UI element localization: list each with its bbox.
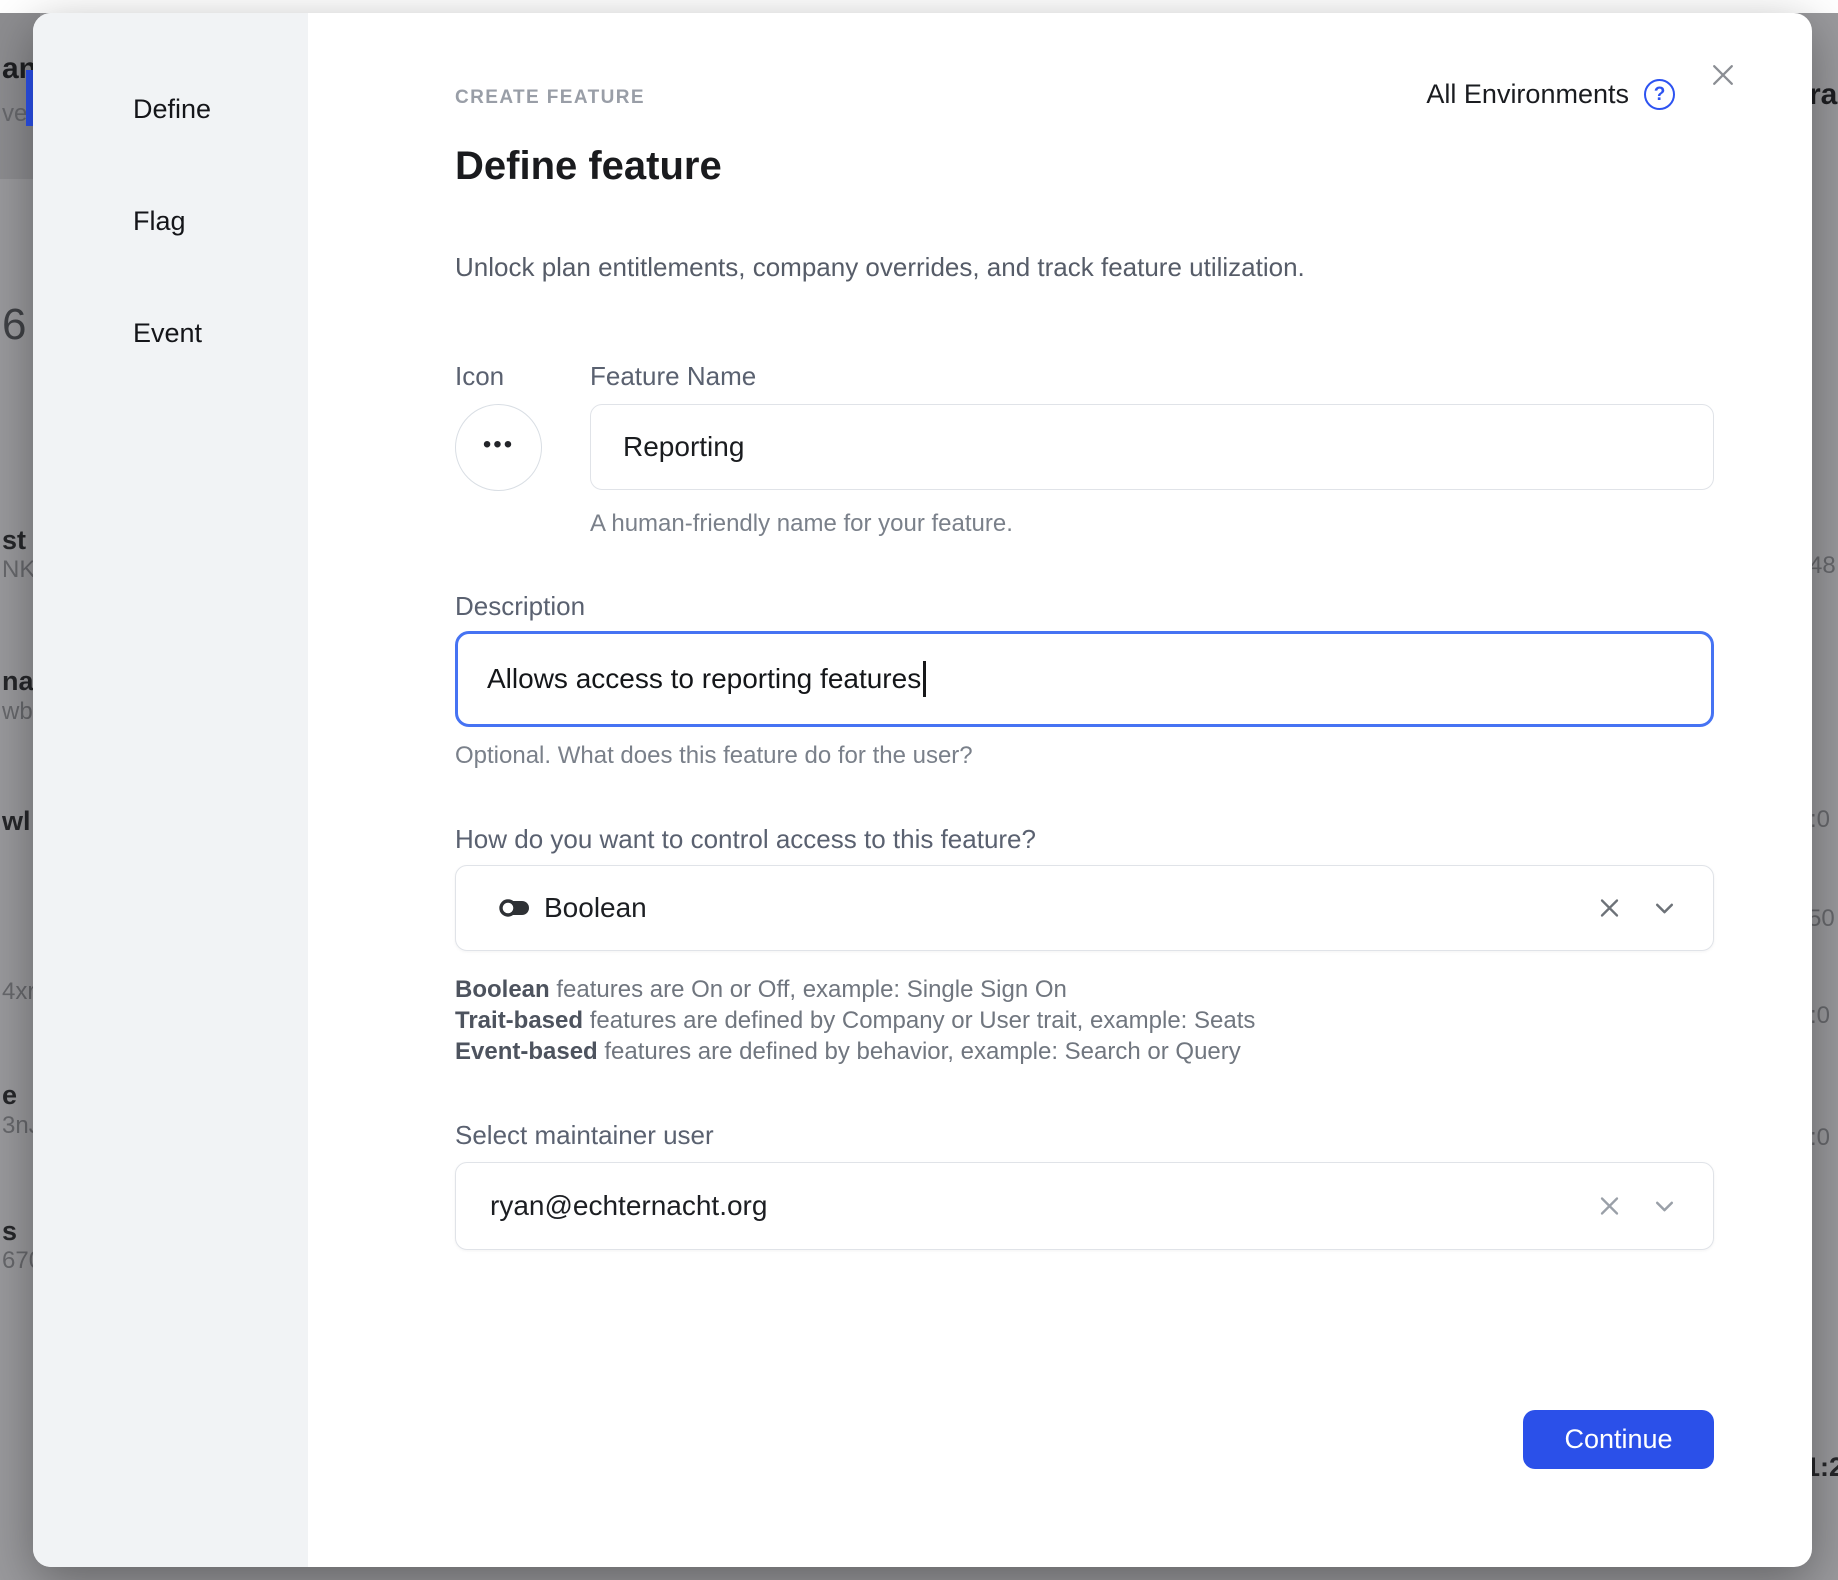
backdrop-text-fragment: :0	[1810, 1002, 1830, 1030]
help-line: Trait-based features are defined by Comp…	[455, 1005, 1255, 1036]
page-subtitle: Unlock plan entitlements, company overri…	[455, 252, 1305, 283]
maintainer-value: ryan@echternacht.org	[490, 1190, 767, 1222]
access-type-help: Boolean features are On or Off, example:…	[455, 974, 1255, 1067]
backdrop-text-fragment: NK	[2, 556, 35, 584]
environments-label: All Environments	[1426, 79, 1629, 110]
screen: an vel 6 st I NK na wb wl 4xr e 3nJ s 67…	[0, 0, 1838, 1580]
create-feature-modal: Define Flag Event CREATE FEATURE All Env…	[33, 13, 1812, 1567]
backdrop-text-fragment: wl	[2, 806, 31, 837]
x-glyph	[1709, 61, 1737, 89]
backdrop-text-fragment: 6	[2, 300, 26, 350]
ellipsis-icon: •••	[483, 433, 514, 463]
maintainer-select[interactable]: ryan@echternacht.org	[455, 1162, 1714, 1250]
modal-main: CREATE FEATURE All Environments ? Define…	[308, 13, 1812, 1567]
backdrop-text-fragment: 50	[1808, 905, 1835, 933]
feature-name-label: Feature Name	[590, 361, 756, 392]
description-helper: Optional. What does this feature do for …	[455, 742, 973, 770]
icon-label: Icon	[455, 361, 504, 392]
step-flag[interactable]: Flag	[133, 206, 186, 237]
toggle-icon	[498, 897, 532, 919]
page-title: Define feature	[455, 144, 722, 189]
step-define[interactable]: Define	[133, 94, 211, 125]
chevron-down-icon[interactable]	[1652, 1194, 1677, 1219]
description-label: Description	[455, 591, 585, 622]
backdrop-text-fragment: :0	[1810, 806, 1830, 834]
access-type-value: Boolean	[544, 892, 647, 924]
text-cursor	[923, 661, 926, 697]
description-value: Allows access to reporting features	[487, 663, 921, 695]
top-strip	[0, 0, 1838, 13]
access-control-label: How do you want to control access to thi…	[455, 824, 1036, 855]
backdrop-text-fragment: wb	[2, 698, 33, 726]
feature-name-input[interactable]	[590, 404, 1714, 490]
help-line: Event-based features are defined by beha…	[455, 1036, 1255, 1067]
feature-name-helper: A human-friendly name for your feature.	[590, 510, 1013, 538]
help-line: Boolean features are On or Off, example:…	[455, 974, 1255, 1005]
backdrop-text-fragment: na	[2, 666, 34, 697]
maintainer-label: Select maintainer user	[455, 1120, 714, 1151]
description-input[interactable]: Allows access to reporting features	[455, 631, 1714, 727]
backdrop-text-fragment: 48	[1809, 552, 1836, 580]
clear-icon[interactable]	[1598, 897, 1621, 920]
environment-scope: All Environments ?	[1426, 79, 1675, 110]
help-icon[interactable]: ?	[1644, 79, 1675, 110]
backdrop-text-fragment: ra	[1809, 78, 1837, 112]
eyebrow-label: CREATE FEATURE	[455, 87, 645, 109]
backdrop-text-fragment: :0	[1810, 1124, 1830, 1152]
clear-icon[interactable]	[1598, 1195, 1621, 1218]
chevron-down-icon[interactable]	[1652, 896, 1677, 921]
backdrop-text-fragment: s	[2, 1216, 17, 1247]
backdrop-text-fragment: 4xr	[2, 978, 35, 1006]
modal-steps-sidebar: Define Flag Event	[33, 13, 308, 1567]
step-event[interactable]: Event	[133, 318, 202, 349]
close-icon[interactable]	[1708, 60, 1738, 90]
access-type-select[interactable]: Boolean	[455, 865, 1714, 951]
icon-picker-button[interactable]: •••	[455, 404, 542, 491]
continue-button[interactable]: Continue	[1523, 1410, 1714, 1469]
backdrop-text-fragment: e	[2, 1080, 17, 1111]
